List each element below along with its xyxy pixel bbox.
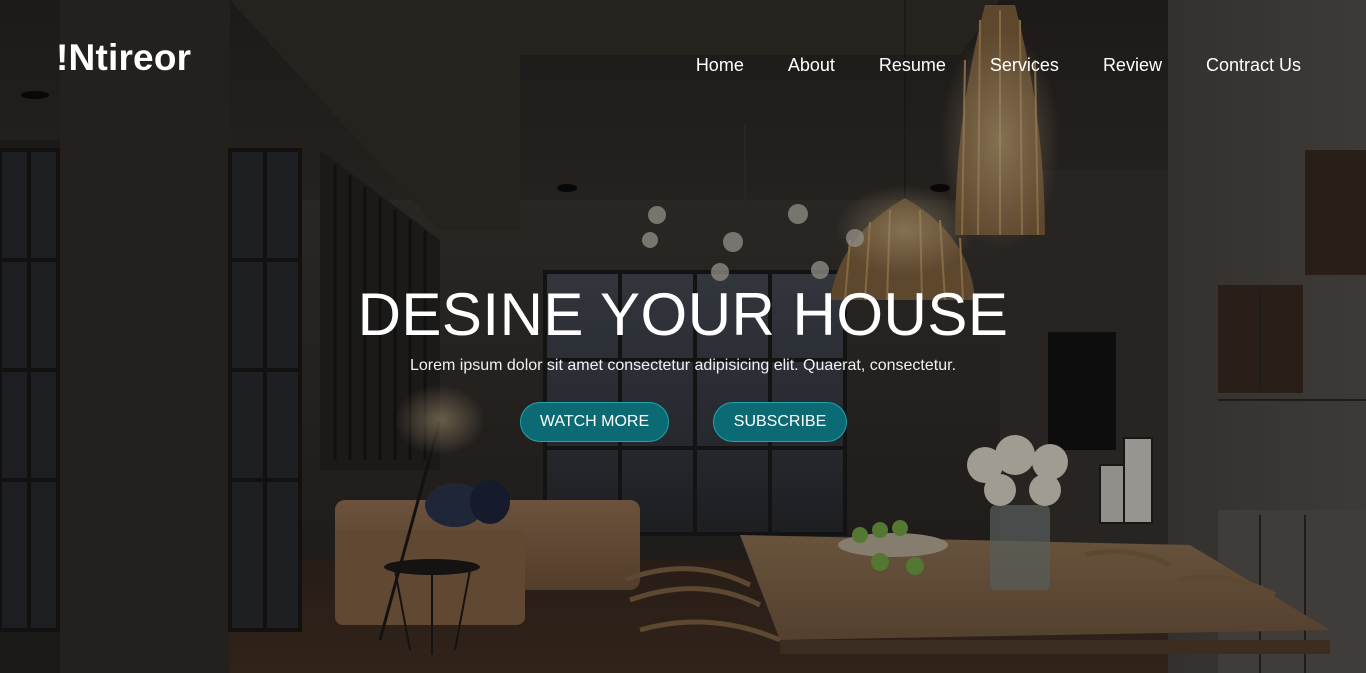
nav-item-resume[interactable]: Resume: [879, 54, 946, 76]
nav-item-home[interactable]: Home: [696, 54, 744, 76]
top-navbar: !Ntireor Home About Resume Services Revi…: [0, 0, 1366, 110]
hero-headline: DESINE YOUR HOUSE: [357, 281, 1009, 348]
watch-more-button[interactable]: WATCH MORE: [520, 402, 669, 442]
nav-item-review[interactable]: Review: [1103, 54, 1162, 76]
nav-item-contract-us[interactable]: Contract Us: [1206, 54, 1301, 76]
nav-item-services[interactable]: Services: [990, 54, 1059, 76]
subscribe-button[interactable]: SUBSCRIBE: [713, 402, 847, 442]
brand-logo[interactable]: !Ntireor: [56, 38, 191, 78]
hero-subtext: Lorem ipsum dolor sit amet consectetur a…: [409, 357, 957, 374]
hero-section: !Ntireor Home About Resume Services Revi…: [0, 0, 1366, 673]
nav-item-about[interactable]: About: [788, 54, 835, 76]
nav-menu: Home About Resume Services Review Contra…: [696, 54, 1301, 76]
